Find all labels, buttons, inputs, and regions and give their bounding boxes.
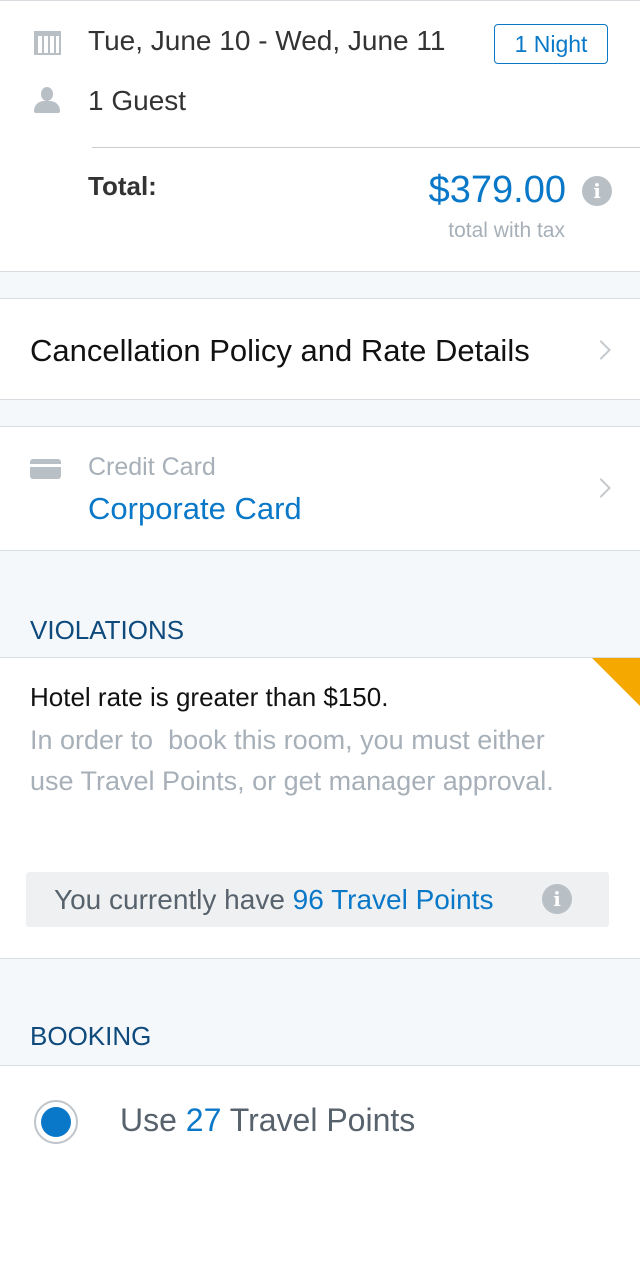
- booking-title: BOOKING: [30, 1021, 152, 1051]
- chevron-right-icon: [591, 478, 611, 498]
- cancellation-policy-row[interactable]: Cancellation Policy and Rate Details: [0, 298, 640, 400]
- violations-header: VIOLATIONS: [0, 551, 640, 657]
- travel-points-balance: You currently have 96 Travel Points i: [26, 872, 609, 927]
- warning-flag-icon: [592, 658, 640, 706]
- nights-badge[interactable]: 1 Night: [494, 24, 608, 64]
- stay-dates: Tue, June 10 - Wed, June 11: [88, 25, 446, 56]
- divider: [92, 147, 640, 148]
- chevron-right-icon: [591, 340, 611, 360]
- stay-summary: Tue, June 10 - Wed, June 11 1 Night 1 Gu…: [0, 0, 640, 272]
- cancellation-label: Cancellation Policy and Rate Details: [30, 333, 530, 368]
- person-icon: [34, 87, 60, 113]
- total-label: Total:: [88, 171, 157, 201]
- info-icon[interactable]: i: [542, 884, 572, 914]
- violation-title: Hotel rate is greater than $150.: [30, 682, 389, 712]
- booking-header: BOOKING: [0, 959, 640, 1065]
- calendar-icon: [34, 31, 61, 55]
- option-suffix: Travel Points: [221, 1102, 416, 1138]
- points-prefix: You currently have: [54, 884, 293, 915]
- info-icon[interactable]: i: [582, 176, 612, 206]
- violations-title: VIOLATIONS: [30, 615, 185, 645]
- violation-body: In order to book this room, you must eit…: [30, 725, 554, 796]
- booking-option-points[interactable]: Use 27 Travel Points: [0, 1065, 640, 1265]
- total-price: $379.00: [428, 169, 566, 211]
- radio-selected[interactable]: [34, 1100, 78, 1144]
- booking-option-label: Use 27 Travel Points: [120, 1102, 415, 1139]
- option-prefix: Use: [120, 1102, 186, 1138]
- points-value: 96 Travel Points: [292, 884, 494, 915]
- total-note: total with tax: [448, 219, 565, 242]
- credit-card-icon: [30, 459, 61, 479]
- guest-count: 1 Guest: [88, 85, 187, 116]
- payment-row[interactable]: Credit Card Corporate Card: [0, 426, 640, 551]
- option-points: 27: [185, 1102, 222, 1138]
- payment-label: Credit Card: [88, 453, 216, 481]
- payment-method: Corporate Card: [88, 491, 302, 526]
- violation-card: Hotel rate is greater than $150. In orde…: [0, 657, 640, 959]
